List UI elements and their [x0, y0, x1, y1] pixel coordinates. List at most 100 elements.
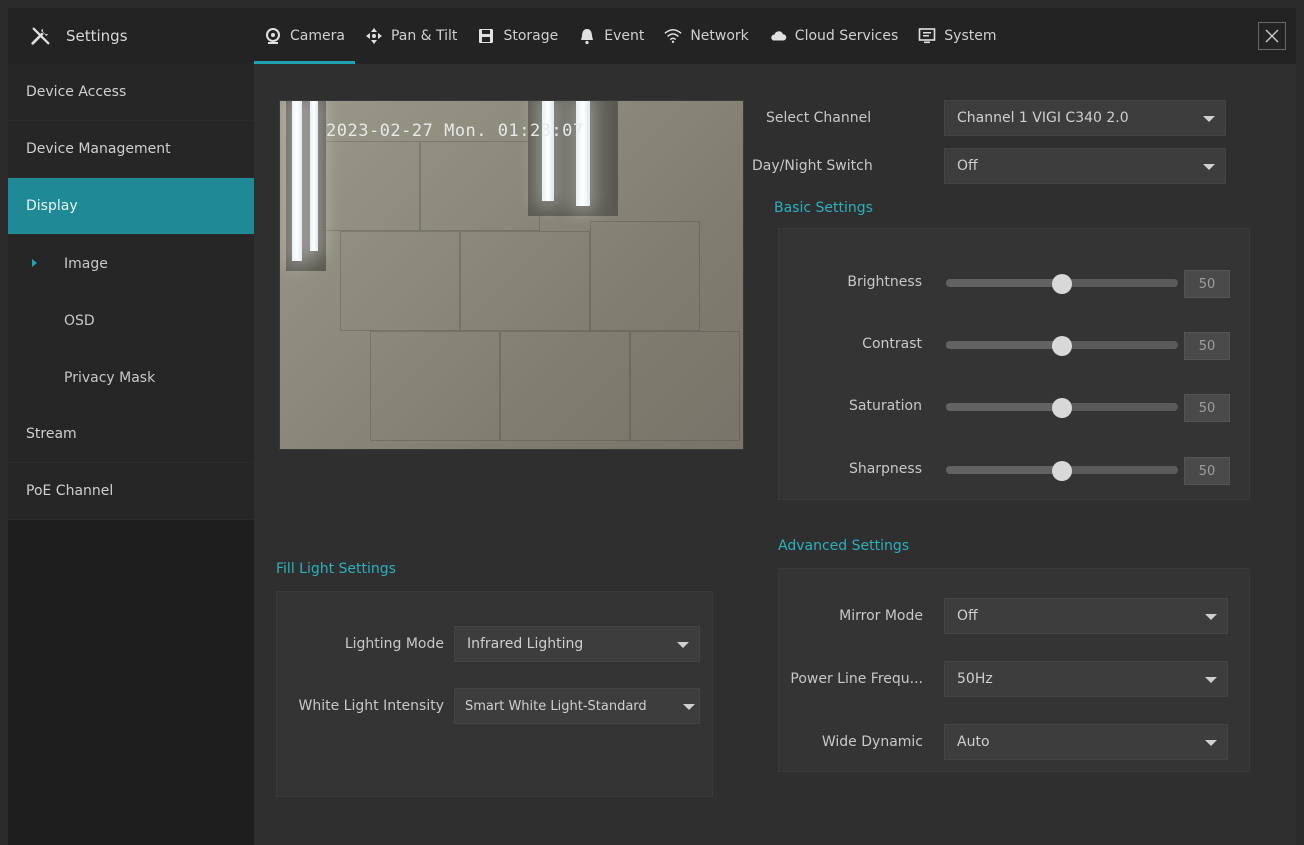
mirror-mode-value: Off [957, 608, 978, 624]
contrast-label: Contrast [862, 336, 922, 352]
power-line-select[interactable]: 50Hz [944, 661, 1228, 697]
brightness-value[interactable]: 50 [1184, 270, 1230, 298]
tab-pan-tilt[interactable]: Pan & Tilt [355, 8, 467, 64]
sidebar-subitem-osd[interactable]: OSD [8, 292, 254, 349]
tools-icon [31, 27, 50, 45]
osd-timestamp: 2023-02-27 Mon. 01:23:07 [326, 121, 584, 141]
settings-brand: Settings [8, 8, 254, 64]
sharpness-track[interactable] [946, 461, 1178, 481]
main-tabs: Camera Pan & Tilt Storage Event Network … [254, 8, 1007, 64]
brightness-knob[interactable] [1052, 274, 1072, 294]
sidebar-item-label: Stream [26, 426, 77, 442]
tab-pan-tilt-label: Pan & Tilt [390, 28, 458, 44]
sidebar-item-label: PoE Channel [26, 483, 114, 499]
sidebar-item-label: Image [64, 255, 108, 272]
sidebar-subitem-privacy-mask[interactable]: Privacy Mask [8, 349, 254, 406]
mirror-mode-select[interactable]: Off [944, 598, 1228, 634]
brightness-track[interactable] [946, 274, 1178, 294]
wide-dynamic-value: Auto [957, 734, 990, 750]
channel-select-value: Channel 1 VIGI C340 2.0 [957, 110, 1129, 126]
chevron-down-icon [1205, 677, 1217, 683]
cloud-icon [769, 27, 787, 45]
chevron-down-icon [677, 642, 689, 648]
fill-light-title: Fill Light Settings [276, 561, 396, 577]
settings-window: Settings Camera Pan & Tilt Storage Event… [8, 8, 1296, 845]
contrast-track[interactable] [946, 336, 1178, 356]
caret-right-icon [32, 259, 37, 267]
monitor-icon [918, 27, 936, 45]
sidebar-item-label: Device Management [26, 141, 171, 157]
close-button[interactable] [1258, 22, 1286, 50]
white-light-intensity-value: Smart White Light-Standard [465, 698, 647, 714]
daynight-select-value: Off [957, 158, 978, 174]
saturation-track[interactable] [946, 398, 1178, 418]
saturation-value[interactable]: 50 [1184, 394, 1230, 422]
close-icon [1265, 29, 1279, 43]
sidebar-item-label: Device Access [26, 84, 127, 100]
slider-sharpness: Sharpness 50 [778, 455, 1238, 485]
tab-system-label: System [944, 28, 997, 44]
tab-event[interactable]: Event [568, 8, 654, 64]
tab-event-label: Event [604, 28, 645, 44]
camera-icon [264, 27, 282, 45]
saturation-label: Saturation [849, 398, 922, 414]
wide-dynamic-select[interactable]: Auto [944, 724, 1228, 760]
sidebar-item-display[interactable]: Display [8, 178, 254, 235]
sidebar-item-device-access[interactable]: Device Access [8, 64, 254, 121]
slider-saturation: Saturation 50 [778, 392, 1238, 422]
daynight-select[interactable]: Off [944, 148, 1226, 184]
basic-settings-title: Basic Settings [774, 200, 873, 216]
sharpness-label: Sharpness [848, 461, 922, 477]
sidebar-item-label: OSD [64, 312, 95, 329]
lighting-mode-select[interactable]: Infrared Lighting [454, 626, 700, 662]
channel-select[interactable]: Channel 1 VIGI C340 2.0 [944, 100, 1226, 136]
white-light-intensity-select[interactable]: Smart White Light-Standard [454, 688, 700, 724]
tab-storage-label: Storage [503, 28, 559, 44]
mirror-mode-label: Mirror Mode [839, 608, 923, 624]
wifi-icon [664, 27, 682, 45]
tab-system[interactable]: System [908, 8, 1006, 64]
chevron-down-icon [1205, 614, 1217, 620]
sidebar-item-label: Privacy Mask [64, 369, 156, 386]
saturation-knob[interactable] [1052, 398, 1072, 418]
tab-network[interactable]: Network [654, 8, 758, 64]
chevron-down-icon [1203, 164, 1215, 170]
tab-camera-label: Camera [290, 28, 345, 44]
chevron-down-icon [1203, 116, 1215, 122]
advanced-settings-title: Advanced Settings [778, 538, 910, 554]
power-line-label: Power Line Frequ... [790, 671, 923, 687]
sidebar-subitem-image[interactable]: Image [8, 235, 254, 292]
brightness-label: Brightness [847, 274, 922, 290]
lighting-mode-value: Infrared Lighting [467, 636, 584, 652]
sharpness-value[interactable]: 50 [1184, 457, 1230, 485]
chevron-down-icon [1205, 740, 1217, 746]
tab-camera[interactable]: Camera [254, 8, 355, 64]
camera-preview: 2023-02-27 Mon. 01:23:07 [279, 100, 744, 450]
tab-network-label: Network [690, 28, 749, 44]
select-channel-label: Select Channel [766, 110, 872, 126]
settings-title: Settings [66, 27, 128, 45]
storage-icon [477, 27, 495, 45]
bell-icon [578, 27, 596, 45]
lighting-mode-label: Lighting Mode [344, 636, 444, 652]
contrast-knob[interactable] [1052, 336, 1072, 356]
slider-contrast: Contrast 50 [778, 330, 1238, 360]
sidebar-item-stream[interactable]: Stream [8, 406, 254, 463]
chevron-down-icon [683, 704, 695, 710]
pan-tilt-icon [365, 27, 383, 45]
tab-cloud-services-label: Cloud Services [794, 28, 899, 44]
tab-cloud-services[interactable]: Cloud Services [759, 8, 908, 64]
white-light-intensity-label: White Light Intensity [298, 698, 444, 714]
top-bar: Settings Camera Pan & Tilt Storage Event… [8, 8, 1296, 64]
daynight-label: Day/Night Switch [752, 158, 873, 174]
sidebar-item-poe-channel[interactable]: PoE Channel [8, 463, 254, 520]
sidebar-item-device-management[interactable]: Device Management [8, 121, 254, 178]
sharpness-knob[interactable] [1052, 461, 1072, 481]
sidebar: Device Access Device Management Display … [8, 64, 254, 845]
sidebar-item-label: Display [26, 198, 78, 214]
power-line-value: 50Hz [957, 671, 993, 687]
wide-dynamic-label: Wide Dynamic [821, 734, 923, 750]
slider-brightness: Brightness 50 [778, 268, 1238, 298]
contrast-value[interactable]: 50 [1184, 332, 1230, 360]
tab-storage[interactable]: Storage [467, 8, 568, 64]
